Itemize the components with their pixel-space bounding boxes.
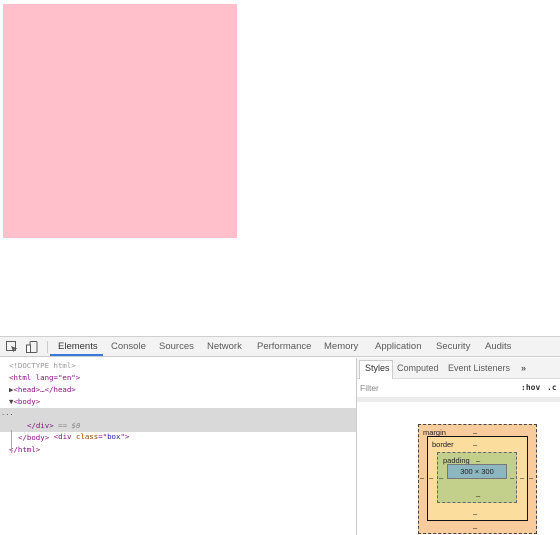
body-close-tag: </body>: [18, 433, 50, 442]
tab-sources[interactable]: Sources: [159, 337, 194, 357]
inspect-element-icon[interactable]: [5, 340, 19, 354]
tab-network[interactable]: Network: [207, 337, 242, 357]
border-left-value: –: [429, 473, 434, 482]
hov-toggle[interactable]: :hov: [521, 379, 540, 397]
border-label: border: [432, 440, 454, 449]
cls-toggle[interactable]: .c: [547, 379, 557, 397]
pink-box: [3, 4, 237, 238]
div-close-tag: </div>: [27, 421, 54, 430]
border-bottom-value: –: [473, 509, 478, 518]
selected-node-ref: == $0: [58, 421, 81, 430]
dom-line-doctype[interactable]: <!DOCTYPE html>: [0, 360, 356, 372]
elements-tree: <!DOCTYPE html> <html lang="en"> ▶<head>…: [0, 358, 356, 535]
tab-audits[interactable]: Audits: [485, 337, 511, 357]
subtab-event-listeners[interactable]: Event Listeners: [448, 358, 510, 379]
tree-guide-line: [11, 430, 12, 453]
border-top-value: –: [473, 440, 478, 449]
dom-line-body-close[interactable]: </body>: [0, 432, 356, 444]
body-open-tag: <body>: [13, 397, 41, 406]
padding-left-value: –: [439, 473, 444, 482]
tab-memory[interactable]: Memory: [324, 337, 358, 357]
tab-console[interactable]: Console: [111, 337, 146, 357]
tab-security[interactable]: Security: [436, 337, 470, 357]
page-viewport: [0, 0, 560, 336]
subtab-styles[interactable]: Styles: [365, 358, 390, 379]
padding-right-value: –: [510, 473, 515, 482]
pane-separator: [357, 397, 560, 402]
devtools-toolbar: Elements Console Sources Network Perform…: [0, 337, 560, 357]
padding-bottom-value: –: [476, 491, 481, 500]
sidebar-tabs: Styles Computed Event Listeners »: [357, 358, 560, 379]
tab-application[interactable]: Application: [375, 337, 421, 357]
subtab-computed[interactable]: Computed: [397, 358, 439, 379]
toolbar-divider: [47, 341, 48, 353]
device-toolbar-icon[interactable]: [25, 340, 39, 354]
content-size: 300 × 300: [460, 467, 494, 476]
head-tag: <head>…</head>: [13, 385, 76, 394]
styles-filter[interactable]: Filter :hov .c: [357, 379, 560, 397]
margin-left-value: –: [420, 473, 425, 482]
overflow-chevron-icon[interactable]: »: [521, 358, 526, 379]
tab-performance[interactable]: Performance: [257, 337, 311, 357]
dom-line-html[interactable]: <html lang="en">: [0, 372, 356, 384]
styles-sidebar: Styles Computed Event Listeners » Filter…: [357, 358, 560, 535]
margin-bottom-value: –: [473, 523, 478, 532]
devtools-panel: Elements Console Sources Network Perform…: [0, 336, 560, 535]
dom-line-body[interactable]: ▼<body>: [0, 396, 356, 408]
doctype-text: <!DOCTYPE html>: [9, 361, 76, 370]
filter-input[interactable]: Filter: [360, 379, 379, 397]
html-close-tag: </html>: [9, 445, 41, 454]
dom-line-head[interactable]: ▶<head>…</head>: [0, 384, 356, 396]
active-tab-indicator: [50, 354, 103, 356]
border-right-value: –: [520, 473, 525, 482]
dom-line-div-close[interactable]: </div> == $0: [0, 420, 356, 432]
html-open-tag: <html lang="en">: [9, 373, 81, 382]
dom-line-html-close[interactable]: </html>: [0, 444, 356, 456]
gutter-menu-icon[interactable]: ...: [1, 408, 14, 420]
dom-line-div-selected[interactable]: ... <div class="box">: [0, 408, 356, 441]
margin-right-value: –: [529, 473, 534, 482]
